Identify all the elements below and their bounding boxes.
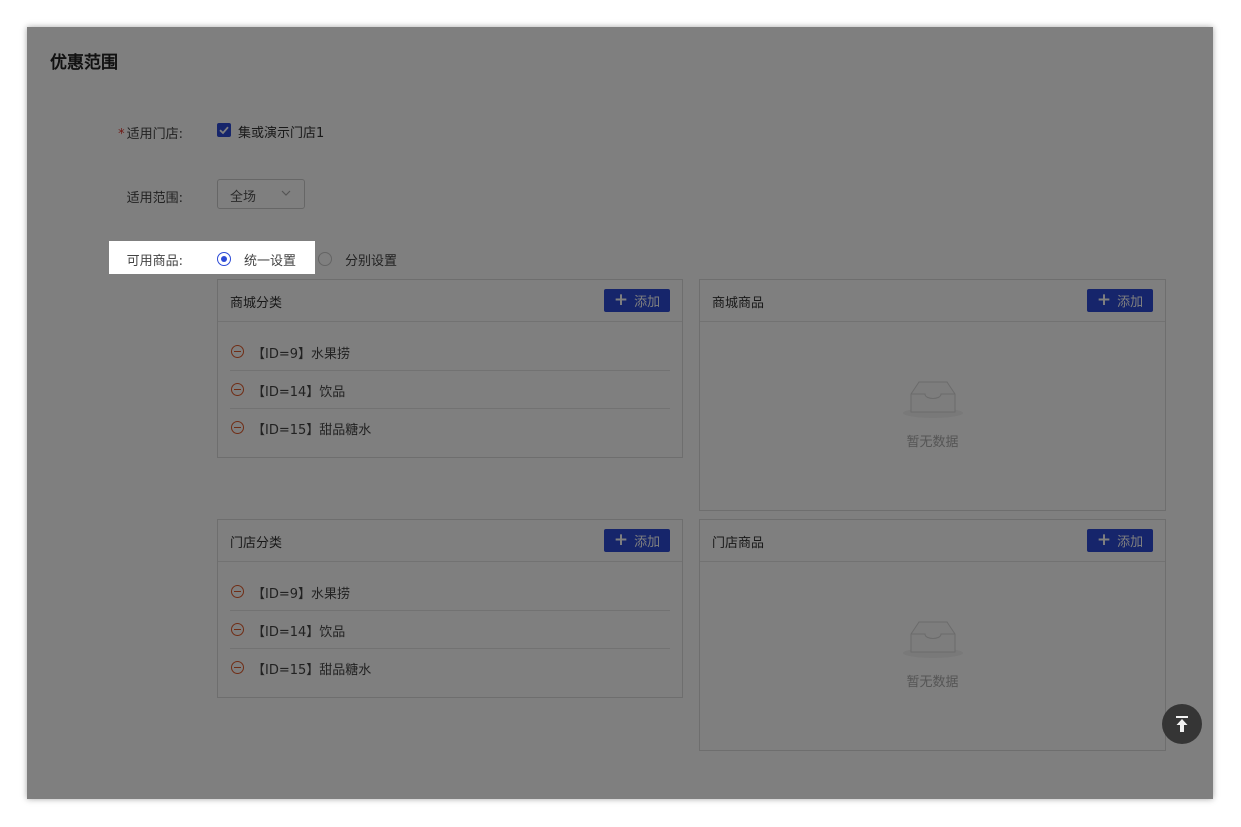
list-item-label: 【ID=14】饮品 bbox=[252, 625, 346, 640]
mall-goods-add-button[interactable]: + 添加 bbox=[1087, 289, 1153, 312]
list-item: 【ID=15】甜品糖水 bbox=[230, 409, 670, 447]
store-category-box: 门店分类 + 添加 【ID=9】水果捞 【ID=14】饮品 【ID=15】甜品糖… bbox=[217, 519, 683, 698]
plus-icon: + bbox=[1096, 290, 1112, 310]
scope-label: 适用范围: bbox=[126, 191, 183, 206]
store-label-text: 适用门店: bbox=[126, 127, 183, 142]
store-category-add-button[interactable]: + 添加 bbox=[604, 529, 670, 552]
store-goods-header: 门店商品 + 添加 bbox=[700, 520, 1165, 562]
plus-icon: + bbox=[613, 530, 629, 550]
unified-setting-radio[interactable] bbox=[217, 252, 231, 266]
plus-icon: + bbox=[1096, 530, 1112, 550]
list-item: 【ID=15】甜品糖水 bbox=[230, 649, 670, 687]
list-item-label: 【ID=14】饮品 bbox=[252, 385, 346, 400]
coupon-scope-panel: 优惠范围 * 适用门店: 集或演示门店1 适用范围: 全场 商城分类 + 添加 【… bbox=[27, 27, 1213, 799]
store-label: * 适用门店: bbox=[27, 123, 183, 142]
store-goods-box: 门店商品 + 添加 暂无数据 bbox=[699, 519, 1166, 751]
add-label: 添加 bbox=[1117, 535, 1144, 550]
section-title: 优惠范围 bbox=[50, 53, 118, 73]
unified-setting-label[interactable]: 统一设置 bbox=[244, 250, 296, 269]
minus-circle-icon[interactable] bbox=[231, 345, 244, 358]
back-to-top-button[interactable] bbox=[1162, 704, 1202, 744]
separate-setting-label[interactable]: 分别设置 bbox=[345, 250, 397, 269]
mall-category-title: 商城分类 bbox=[230, 296, 283, 311]
list-item-label: 【ID=9】水果捞 bbox=[252, 587, 351, 602]
add-label: 添加 bbox=[634, 535, 661, 550]
store-checkbox[interactable] bbox=[217, 123, 231, 137]
list-item-label: 【ID=15】甜品糖水 bbox=[252, 663, 372, 678]
minus-circle-icon[interactable] bbox=[231, 661, 244, 674]
empty-text: 暂无数据 bbox=[906, 675, 959, 690]
minus-circle-icon[interactable] bbox=[231, 623, 244, 636]
empty-inbox-icon bbox=[902, 381, 963, 418]
store-goods-add-button[interactable]: + 添加 bbox=[1087, 529, 1153, 552]
mall-category-header: 商城分类 + 添加 bbox=[218, 280, 682, 322]
empty-inbox-icon bbox=[902, 621, 963, 658]
list-item: 【ID=14】饮品 bbox=[230, 371, 670, 409]
store-category-title: 门店分类 bbox=[230, 536, 283, 551]
goods-label: 可用商品: bbox=[126, 254, 183, 269]
store-option-label[interactable]: 集或演示门店1 bbox=[238, 122, 324, 141]
list-item: 【ID=9】水果捞 bbox=[230, 333, 670, 371]
scope-select-value: 全场 bbox=[230, 190, 257, 205]
empty-text: 暂无数据 bbox=[906, 435, 959, 450]
separate-setting-radio[interactable] bbox=[318, 252, 332, 266]
mall-goods-box: 商城商品 + 添加 暂无数据 bbox=[699, 279, 1166, 511]
add-label: 添加 bbox=[634, 295, 661, 310]
list-item: 【ID=9】水果捞 bbox=[230, 573, 670, 611]
add-label: 添加 bbox=[1117, 295, 1144, 310]
store-goods-title: 门店商品 bbox=[712, 536, 765, 551]
list-item: 【ID=14】饮品 bbox=[230, 611, 670, 649]
plus-icon: + bbox=[613, 290, 629, 310]
minus-circle-icon[interactable] bbox=[231, 585, 244, 598]
store-category-header: 门店分类 + 添加 bbox=[218, 520, 682, 562]
mall-goods-header: 商城商品 + 添加 bbox=[700, 280, 1165, 322]
mall-goods-title: 商城商品 bbox=[712, 296, 765, 311]
minus-circle-icon[interactable] bbox=[231, 383, 244, 396]
back-to-top-icon bbox=[1176, 716, 1188, 732]
spotlight-highlight: 可用商品: 统一设置 bbox=[109, 241, 315, 274]
required-mark: * bbox=[118, 127, 125, 142]
chevron-down-icon bbox=[281, 190, 291, 196]
minus-circle-icon[interactable] bbox=[231, 421, 244, 434]
scope-select[interactable]: 全场 bbox=[217, 179, 305, 209]
list-item-label: 【ID=9】水果捞 bbox=[252, 347, 351, 362]
mall-category-add-button[interactable]: + 添加 bbox=[604, 289, 670, 312]
list-item-label: 【ID=15】甜品糖水 bbox=[252, 423, 372, 438]
mall-category-box: 商城分类 + 添加 【ID=9】水果捞 【ID=14】饮品 【ID=15】甜品糖… bbox=[217, 279, 683, 458]
check-icon bbox=[219, 126, 229, 135]
